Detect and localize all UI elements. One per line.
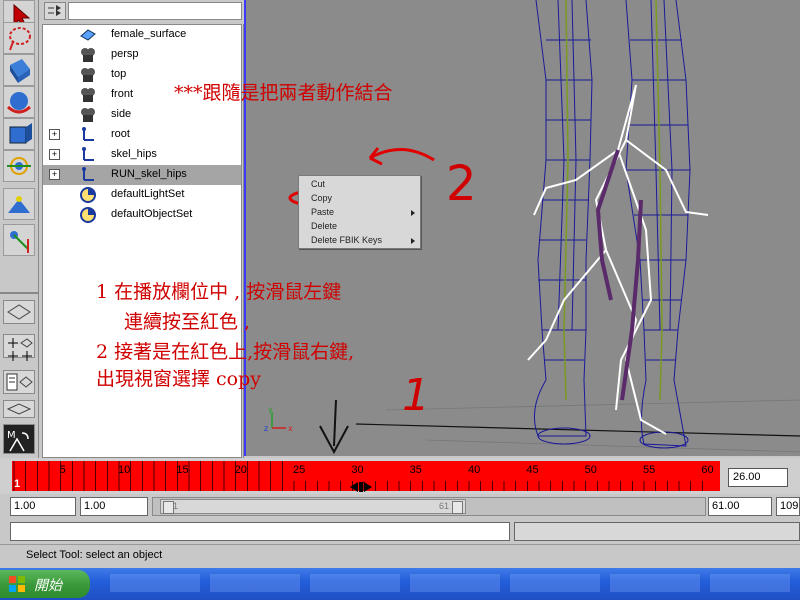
command-line-row (0, 520, 800, 544)
timeline-tick-label: 5 (60, 464, 66, 476)
timeline-tick-label: 30 (351, 464, 363, 476)
menu-item-delete-fbik-keys[interactable]: Delete FBIK Keys (311, 235, 382, 245)
range-right-value: 61 (438, 501, 449, 511)
help-line-text: Select Tool: select an object (26, 549, 163, 561)
menu-item-cut[interactable]: Cut (311, 179, 325, 189)
timeline-tick-label: 10 (118, 464, 130, 476)
menu-item-copy[interactable]: Copy (311, 193, 332, 203)
windows-logo-icon (9, 576, 25, 592)
timeline-tick-label: 60 (701, 464, 713, 476)
timeline-tick-label: 15 (176, 464, 188, 476)
timeline-tick-label: 35 (410, 464, 422, 476)
timeline-tick-label: 40 (468, 464, 480, 476)
start-button[interactable]: 開始 (0, 570, 90, 598)
range-right-handle-icon[interactable] (452, 501, 463, 514)
animation-end-field[interactable]: 109 (776, 497, 800, 516)
menu-item-paste[interactable]: Paste (311, 207, 334, 217)
command-input[interactable] (10, 522, 510, 541)
command-result-field (514, 522, 800, 541)
timeline-tick-label: 55 (643, 464, 655, 476)
time-slider[interactable]: 5 10 15 20 25 30 35 40 45 50 55 60 1 (0, 458, 800, 494)
timeline-tick-label: 20 (235, 464, 247, 476)
range-left-value: 1 (173, 501, 179, 511)
help-line: Select Tool: select an object (0, 544, 800, 567)
current-time-field[interactable]: 26.00 (728, 468, 788, 487)
playback-start-field[interactable]: 1.00 (80, 497, 148, 516)
playback-end-field[interactable]: 61.00 (708, 497, 772, 516)
range-slider-handle[interactable]: 1 61 (160, 499, 466, 514)
start-button-label: 開始 (34, 578, 62, 594)
timeline-tick-label: 45 (526, 464, 538, 476)
context-menu: Cut Copy Paste Delete Delete FBIK Keys (298, 175, 421, 249)
animation-start-field[interactable]: 1.00 (10, 497, 76, 516)
timeline-start-label: 1 (14, 478, 21, 490)
taskbar-buttons (110, 574, 790, 592)
timeline-tick-label: 50 (585, 464, 597, 476)
windows-taskbar (0, 568, 800, 600)
paste-submenu-arrow-icon (411, 210, 415, 216)
menu-item-delete[interactable]: Delete (311, 221, 337, 231)
timeline-tick-label: 25 (293, 464, 305, 476)
delete-fbik-submenu-arrow-icon (411, 238, 415, 244)
